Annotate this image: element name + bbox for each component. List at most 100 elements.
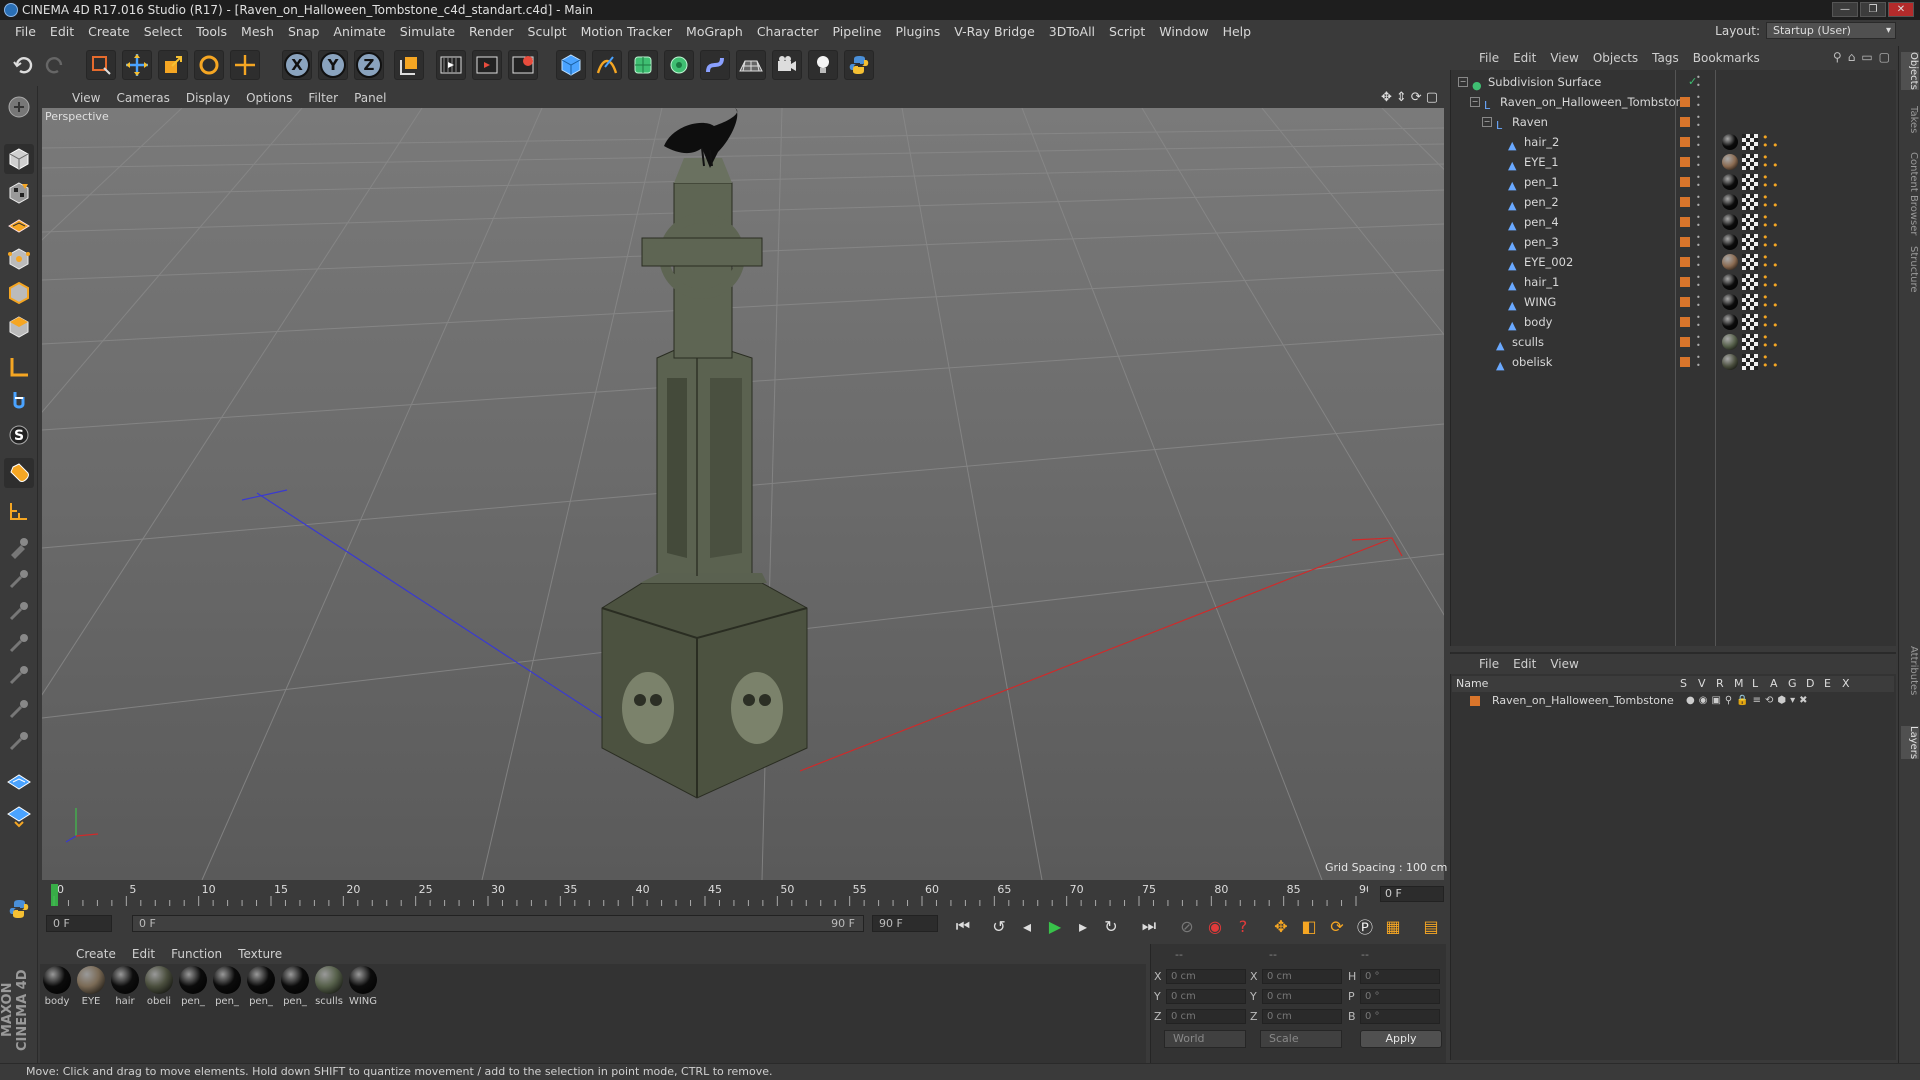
material-tag-icon[interactable] <box>1722 134 1738 150</box>
menu-mograph[interactable]: MoGraph <box>679 20 750 44</box>
material-swatch[interactable]: hair <box>110 966 140 1007</box>
texture-tag-icon[interactable] <box>1742 134 1758 150</box>
material-swatch[interactable]: WING <box>348 966 378 1007</box>
object-row-pen-2[interactable]: ▲ pen_2 • • • • • <box>1452 192 1892 212</box>
material-swatch[interactable]: obeli <box>144 966 174 1007</box>
material-swatch[interactable]: pen_ <box>178 966 208 1007</box>
tab-structure[interactable]: Structure <box>1901 246 1919 293</box>
sculpt-layer-icon[interactable] <box>4 766 34 796</box>
layer-color-swatch[interactable] <box>1680 297 1690 307</box>
editor-render-toggle-icon[interactable]: • • <box>1696 194 1702 210</box>
layer-color-swatch[interactable] <box>1680 177 1690 187</box>
editor-render-toggle-icon[interactable]: • • <box>1696 154 1702 170</box>
texture-tag-icon[interactable] <box>1742 274 1758 290</box>
render-settings-icon[interactable] <box>508 50 538 80</box>
editor-render-toggle-icon[interactable]: • • <box>1696 214 1702 230</box>
tab-objects[interactable]: Objects <box>1901 52 1919 90</box>
texture-mode-icon[interactable] <box>4 178 34 208</box>
layer-color-swatch[interactable] <box>1680 317 1690 327</box>
menu-create[interactable]: Create <box>81 20 137 44</box>
menu-plugins[interactable]: Plugins <box>888 20 947 44</box>
editor-render-toggle-icon[interactable]: • • <box>1696 74 1702 90</box>
object-row-sculls[interactable]: ▲ sculls • • • • • <box>1452 332 1892 352</box>
expand-toggle-icon[interactable]: − <box>1482 117 1492 127</box>
move-tool-icon[interactable] <box>122 50 152 80</box>
menu-v-ray-bridge[interactable]: V-Ray Bridge <box>947 20 1042 44</box>
phong-tag-icon[interactable]: • • • <box>1762 212 1778 231</box>
size-mode-dropdown[interactable]: Scale <box>1260 1030 1342 1048</box>
next-frame-icon[interactable]: ▸ <box>1070 913 1096 939</box>
texture-tag-icon[interactable] <box>1742 234 1758 250</box>
material-tag-icon[interactable] <box>1722 294 1738 310</box>
material-tag-icon[interactable] <box>1722 274 1738 290</box>
render-picture-viewer-icon[interactable] <box>472 50 502 80</box>
timeline-ruler[interactable]: 0 5 10 15 20 25 30 35 40 45 50 55 60 65 70 75 80 85 90 <box>48 882 1368 908</box>
texture-tag-icon[interactable] <box>1742 254 1758 270</box>
layer-color-swatch[interactable] <box>1680 217 1690 227</box>
current-frame-field[interactable]: 0 F <box>1380 886 1444 902</box>
object-row-hair-1[interactable]: ▲ hair_1 • • • • • <box>1452 272 1892 292</box>
scale-tool-icon[interactable] <box>158 50 188 80</box>
object-row-wing[interactable]: ▲ WING • • • • • <box>1452 292 1892 312</box>
coordinate-system-dropdown[interactable]: World <box>1164 1030 1246 1048</box>
coord-value-field[interactable]: 0 cm <box>1262 989 1342 1004</box>
editor-render-toggle-icon[interactable]: • • <box>1696 274 1702 290</box>
layer-column-g[interactable]: G <box>1788 676 1797 692</box>
viewport-move-icon[interactable]: ✥ <box>1381 90 1392 105</box>
layer-row[interactable]: Raven_on_Halloween_Tombstone ●◉▣⚲🔒≡⟲⬢▾✖ <box>1452 692 1894 710</box>
sculpt-flatten-icon[interactable] <box>4 628 34 658</box>
editor-render-toggle-icon[interactable]: • • <box>1696 254 1702 270</box>
sculpt-smooth-icon[interactable] <box>4 596 34 626</box>
material-tag-icon[interactable] <box>1722 234 1738 250</box>
material-tag-icon[interactable] <box>1722 214 1738 230</box>
points-mode-icon[interactable] <box>4 244 34 274</box>
texture-tag-icon[interactable] <box>1742 314 1758 330</box>
next-key-icon[interactable]: ↻ <box>1098 913 1124 939</box>
apply-button[interactable]: Apply <box>1360 1030 1442 1048</box>
sculpt-brush-icon[interactable] <box>4 532 34 562</box>
object-row-raven-on-halloween-tombstone[interactable]: − L Raven_on_Halloween_Tombstone • • <box>1452 92 1892 112</box>
editor-render-toggle-icon[interactable]: • • <box>1696 354 1702 370</box>
material-swatch[interactable]: EYE <box>76 966 106 1007</box>
editor-render-toggle-icon[interactable]: • • <box>1696 334 1702 350</box>
key-parameter-icon[interactable]: Ⓟ <box>1352 913 1378 939</box>
snapping-icon[interactable]: S <box>4 420 34 450</box>
menu-mesh[interactable]: Mesh <box>234 20 281 44</box>
play-icon[interactable]: ▶ <box>1042 913 1068 939</box>
playhead[interactable] <box>51 884 58 906</box>
tab-content-browser[interactable]: Content Browser <box>1901 152 1919 235</box>
material-tag-icon[interactable] <box>1722 354 1738 370</box>
redo-icon[interactable] <box>40 50 70 80</box>
pen-spline-icon[interactable] <box>592 50 622 80</box>
key-scale-icon[interactable]: ◧ <box>1296 913 1322 939</box>
phong-tag-icon[interactable]: • • • <box>1762 292 1778 311</box>
object-row-hair-2[interactable]: ▲ hair_2 • • • • • <box>1452 132 1892 152</box>
timeline-window-icon[interactable]: ▤ <box>1418 913 1444 939</box>
layer-menu-edit[interactable]: Edit <box>1506 657 1543 671</box>
phong-tag-icon[interactable]: • • • <box>1762 252 1778 271</box>
menu-render[interactable]: Render <box>462 20 521 44</box>
object-row-raven[interactable]: − L Raven • • <box>1452 112 1892 132</box>
material-tag-icon[interactable] <box>1722 254 1738 270</box>
object-row-obelisk[interactable]: ▲ obelisk • • • • • <box>1452 352 1892 372</box>
material-swatch[interactable]: pen_ <box>280 966 310 1007</box>
sculpt-pull-icon[interactable] <box>4 564 34 594</box>
object-search-icon[interactable]: ⚲ <box>1833 50 1842 64</box>
editor-render-toggle-icon[interactable]: • • <box>1696 174 1702 190</box>
tab-attributes[interactable]: Attributes <box>1901 646 1919 695</box>
python-script-icon[interactable] <box>844 50 874 80</box>
edges-mode-icon[interactable] <box>4 278 34 308</box>
viewport-menu-filter[interactable]: Filter <box>300 91 346 105</box>
layer-column-e[interactable]: E <box>1824 676 1831 692</box>
object-row-pen-1[interactable]: ▲ pen_1 • • • • • <box>1452 172 1892 192</box>
sculpt-inflate-icon[interactable] <box>4 660 34 690</box>
object-new-view-icon[interactable]: ▭ <box>1861 50 1872 64</box>
texture-tag-icon[interactable] <box>1742 174 1758 190</box>
menu-window[interactable]: Window <box>1152 20 1215 44</box>
layer-column-x[interactable]: X <box>1842 676 1850 692</box>
object-row-pen-3[interactable]: ▲ pen_3 • • • • • <box>1452 232 1892 252</box>
polygons-mode-icon[interactable] <box>4 312 34 342</box>
menu-motion-tracker[interactable]: Motion Tracker <box>574 20 679 44</box>
previous-frame-icon[interactable]: ◂ <box>1014 913 1040 939</box>
phong-tag-icon[interactable]: • • • <box>1762 232 1778 251</box>
